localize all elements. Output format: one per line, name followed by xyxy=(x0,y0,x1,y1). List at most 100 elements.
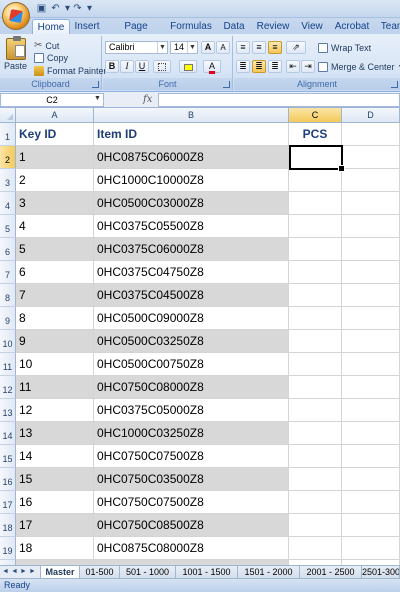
row-header[interactable]: 9 xyxy=(0,307,16,330)
item-id-cell[interactable]: 0HC0750C08500Z8 xyxy=(94,514,289,537)
empty-cell[interactable] xyxy=(342,422,400,445)
font-name-dropdown[interactable]: Calibri ▼ xyxy=(105,41,168,54)
item-id-cell[interactable]: 0HC0500C03250Z8 xyxy=(94,330,289,353)
key-id-cell[interactable]: 16 xyxy=(16,491,94,514)
item-id-cell[interactable]: 0HC0375C04500Z8 xyxy=(94,284,289,307)
decrease-indent-button[interactable]: ⇤ xyxy=(286,60,300,73)
italic-button[interactable]: I xyxy=(120,60,134,73)
key-id-cell[interactable]: 17 xyxy=(16,514,94,537)
empty-cell[interactable] xyxy=(342,215,400,238)
tab-home[interactable]: Home xyxy=(32,19,70,34)
pcs-cell[interactable] xyxy=(289,422,342,445)
undo-icon[interactable]: ↶ xyxy=(50,3,61,14)
pcs-cell[interactable] xyxy=(289,330,342,353)
format-painter-button[interactable]: Format Painter xyxy=(34,66,107,76)
select-all-corner[interactable] xyxy=(0,108,16,123)
pcs-cell[interactable] xyxy=(289,353,342,376)
tab-data[interactable]: Data xyxy=(220,19,248,34)
row-header[interactable]: 15 xyxy=(0,445,16,468)
column-header-a[interactable]: A xyxy=(16,108,94,123)
pcs-header-cell[interactable]: PCS xyxy=(289,123,342,146)
row-header[interactable]: 19 xyxy=(0,537,16,560)
tab-insert[interactable]: Insert xyxy=(72,19,102,34)
key-id-cell[interactable]: 18 xyxy=(16,537,94,560)
sheet-tab-1501-2000[interactable]: 1501 - 2000 xyxy=(238,566,300,578)
item-id-cell[interactable]: 0HC1000C10000Z8 xyxy=(94,169,289,192)
pcs-cell[interactable] xyxy=(289,284,342,307)
key-id-header-cell[interactable]: Key ID xyxy=(16,123,94,146)
font-size-dropdown[interactable]: 14 ▼ xyxy=(170,41,198,54)
align-top-button[interactable]: ≡ xyxy=(236,41,250,54)
row-header[interactable]: 4 xyxy=(0,192,16,215)
grow-font-button[interactable]: A xyxy=(201,41,215,54)
sheet-tab-01-500[interactable]: 01-500 xyxy=(80,566,120,578)
row-header[interactable]: 8 xyxy=(0,284,16,307)
empty-cell[interactable] xyxy=(342,468,400,491)
row-header[interactable]: 11 xyxy=(0,353,16,376)
tab-review[interactable]: Review xyxy=(256,19,290,34)
sheet-tab-501-1000[interactable]: 501 - 1000 xyxy=(120,566,176,578)
pcs-cell[interactable] xyxy=(289,537,342,560)
pcs-cell[interactable] xyxy=(289,399,342,422)
clipboard-launcher-icon[interactable] xyxy=(92,81,99,88)
customize-toolbar-icon[interactable]: ▾ xyxy=(84,3,95,14)
item-id-cell[interactable]: 0HC0500C00750Z8 xyxy=(94,353,289,376)
empty-cell[interactable] xyxy=(342,399,400,422)
row-header[interactable]: 10 xyxy=(0,330,16,353)
align-right-button[interactable]: ≣ xyxy=(268,60,282,73)
empty-cell[interactable] xyxy=(342,238,400,261)
empty-cell[interactable] xyxy=(342,169,400,192)
key-id-cell[interactable]: 3 xyxy=(16,192,94,215)
item-id-cell[interactable]: 0HC0375C04750Z8 xyxy=(94,261,289,284)
paste-button[interactable]: Paste xyxy=(4,36,27,71)
empty-cell[interactable] xyxy=(342,123,400,146)
row-header[interactable]: 2 xyxy=(0,146,16,169)
font-color-button[interactable]: A xyxy=(203,60,221,74)
row-header[interactable]: 13 xyxy=(0,399,16,422)
name-box[interactable]: C2 xyxy=(0,93,104,107)
key-id-cell[interactable]: 5 xyxy=(16,238,94,261)
key-id-cell[interactable]: 6 xyxy=(16,261,94,284)
empty-cell[interactable] xyxy=(342,261,400,284)
item-id-cell[interactable]: 0HC0750C07500Z8 xyxy=(94,491,289,514)
empty-cell[interactable] xyxy=(342,537,400,560)
cut-button[interactable]: ✂ Cut xyxy=(34,40,59,51)
increase-indent-button[interactable]: ⇥ xyxy=(301,60,315,73)
align-center-button[interactable]: ≣ xyxy=(252,60,266,73)
active-cell-c2[interactable] xyxy=(289,145,345,172)
row-header[interactable]: 18 xyxy=(0,514,16,537)
empty-cell[interactable] xyxy=(342,307,400,330)
orientation-button[interactable]: ⇗ xyxy=(286,41,306,54)
empty-cell[interactable] xyxy=(342,445,400,468)
item-id-cell[interactable]: 0HC0750C08000Z8 xyxy=(94,376,289,399)
sheet-tab-2501-3000[interactable]: 2501-300 xyxy=(362,566,400,578)
row-header[interactable]: 14 xyxy=(0,422,16,445)
row-header[interactable]: 17 xyxy=(0,491,16,514)
row-header[interactable]: 7 xyxy=(0,261,16,284)
align-left-button[interactable]: ≣ xyxy=(236,60,250,73)
row-header[interactable]: 3 xyxy=(0,169,16,192)
column-header-c[interactable]: C xyxy=(289,108,342,123)
row-header[interactable]: 1 xyxy=(0,123,16,146)
redo-icon[interactable]: ↷ xyxy=(72,3,83,14)
tab-formulas[interactable]: Formulas xyxy=(170,19,212,34)
key-id-cell[interactable]: 14 xyxy=(16,445,94,468)
pcs-cell[interactable] xyxy=(289,215,342,238)
item-id-cell[interactable]: 0HC0750C03500Z8 xyxy=(94,468,289,491)
sheet-tab-master[interactable]: Master xyxy=(40,566,80,578)
key-id-cell[interactable]: 2 xyxy=(16,169,94,192)
key-id-cell[interactable]: 8 xyxy=(16,307,94,330)
pcs-cell[interactable] xyxy=(289,307,342,330)
font-launcher-icon[interactable] xyxy=(223,81,230,88)
item-id-cell[interactable]: 0HC0875C08000Z8 xyxy=(94,537,289,560)
first-sheet-icon[interactable]: ◄ xyxy=(1,567,10,577)
sheet-tab-2001-2500[interactable]: 2001 - 2500 xyxy=(300,566,362,578)
alignment-launcher-icon[interactable] xyxy=(391,81,398,88)
item-id-cell[interactable]: 0HC0500C03000Z8 xyxy=(94,192,289,215)
formula-input[interactable] xyxy=(158,93,400,107)
merge-center-button[interactable]: Merge & Center ▼ xyxy=(318,62,400,72)
row-header[interactable]: 5 xyxy=(0,215,16,238)
key-id-cell[interactable]: 9 xyxy=(16,330,94,353)
empty-cell[interactable] xyxy=(342,514,400,537)
empty-cell[interactable] xyxy=(342,491,400,514)
